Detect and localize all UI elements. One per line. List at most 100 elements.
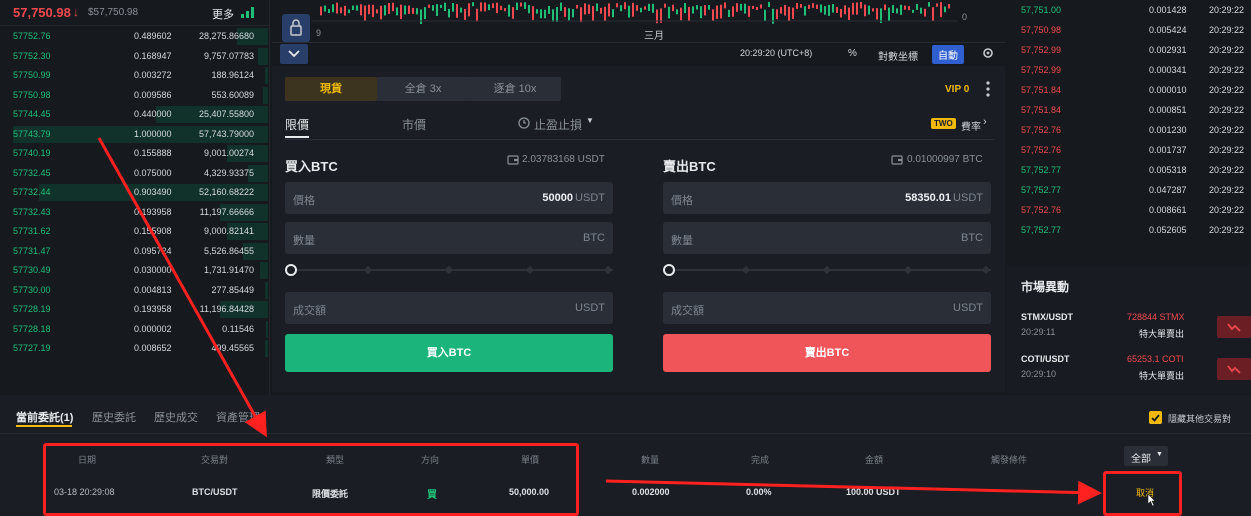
order-book-row[interactable]: 57728.19 0.193958 11,196.84428 bbox=[0, 300, 268, 319]
order-book-price: 57728.18 bbox=[13, 323, 51, 334]
order-book-amount: 0.489602 bbox=[134, 31, 172, 41]
order-book-row[interactable]: 57730.00 0.004813 277.85449 bbox=[0, 281, 268, 300]
buy-amount-slider[interactable] bbox=[285, 264, 613, 276]
market-item[interactable]: STMX/USDT 20:29:11 728844 STMX 特大單賣出 bbox=[1007, 310, 1251, 346]
buy-slider-handle[interactable] bbox=[285, 264, 297, 276]
col-trigger: 觸發條件 bbox=[991, 455, 1028, 465]
trade-price: 57,752.76 bbox=[1021, 205, 1062, 215]
filter-select[interactable]: 全部 ▼ bbox=[1124, 446, 1168, 466]
sell-button[interactable]: 賣出BTC bbox=[663, 334, 991, 372]
depth-bar bbox=[257, 47, 268, 65]
collapse-chart-button[interactable] bbox=[280, 44, 308, 64]
buy-button[interactable]: 買入BTC bbox=[285, 334, 613, 372]
candle bbox=[740, 3, 742, 11]
candle bbox=[328, 9, 330, 13]
candle bbox=[712, 9, 714, 22]
buy-price-input[interactable]: 價格 50000 USDT bbox=[285, 182, 613, 214]
order-book-row[interactable]: 57740.19 0.155888 9,001.00274 bbox=[0, 144, 268, 163]
sell-slider-handle[interactable] bbox=[663, 264, 675, 276]
candle bbox=[512, 7, 514, 19]
candle bbox=[424, 7, 426, 20]
order-book-amount: 0.168947 bbox=[134, 50, 172, 61]
order-book-row[interactable]: 57752.30 0.168947 9,757.07783 bbox=[0, 47, 268, 66]
order-book-row[interactable]: 57744.45 0.440000 25,407.55800 bbox=[0, 105, 268, 124]
log-scale-toggle[interactable]: 對數坐標 bbox=[878, 48, 918, 63]
sell-amount-input[interactable]: 數量 BTC bbox=[663, 222, 991, 254]
order-book-row[interactable]: 57728.18 0.000002 0.11546 bbox=[0, 320, 268, 339]
chevron-right-icon[interactable]: › bbox=[983, 116, 987, 128]
mode-tab-cross[interactable]: 全倉 3x bbox=[377, 77, 469, 101]
percent-toggle[interactable]: % bbox=[848, 48, 857, 59]
order-type-market[interactable]: 市價 bbox=[402, 116, 426, 133]
tab-order-history[interactable]: 歷史委託 bbox=[92, 409, 136, 425]
candle bbox=[532, 6, 534, 21]
trade-price: 57,751.00 bbox=[1021, 5, 1062, 15]
candle bbox=[708, 5, 710, 10]
order-book-amount: 0.440000 bbox=[134, 109, 172, 119]
tab-open-orders-underline bbox=[16, 425, 72, 427]
col-total: 金額 bbox=[865, 455, 884, 465]
candle bbox=[812, 3, 814, 8]
sell-price-input[interactable]: 價格 58350.01 USDT bbox=[663, 182, 991, 214]
trade-amount: 0.000341 bbox=[1149, 65, 1187, 75]
more-button[interactable]: 更多 bbox=[212, 6, 234, 22]
trend-down-icon bbox=[1227, 365, 1241, 374]
order-book-row[interactable]: 57731.62 0.155908 9,000.82141 bbox=[0, 222, 268, 241]
buy-amount-input[interactable]: 數量 BTC bbox=[285, 222, 613, 254]
candle bbox=[408, 5, 410, 14]
mode-tab-spot[interactable]: 現貨 bbox=[285, 77, 377, 101]
candle bbox=[700, 6, 702, 19]
order-book-total: 52,160.68222 bbox=[198, 187, 254, 197]
order-book-row[interactable]: 57731.47 0.095724 5,526.86455 bbox=[0, 242, 268, 261]
candle bbox=[716, 5, 718, 19]
candle bbox=[468, 3, 470, 17]
depth-bar bbox=[265, 67, 268, 84]
mode-tab-isolated[interactable]: 逐倉 10x bbox=[469, 77, 561, 101]
market-item[interactable]: COTI/USDT 20:29:10 65253.1 COTI 特大單賣出 bbox=[1007, 352, 1251, 388]
order-book-row[interactable]: 57732.44 0.903490 52,160.68222 bbox=[0, 183, 268, 202]
order-book-row[interactable]: 57743.79 1.000000 57,743.79000 bbox=[0, 125, 268, 144]
signal-bars-icon[interactable] bbox=[241, 6, 255, 18]
buy-total-input[interactable]: 成交額 USDT bbox=[285, 292, 613, 324]
order-book-row[interactable]: 57750.98 0.009586 553.60089 bbox=[0, 86, 268, 105]
order-book-total: 9,757.07783 bbox=[203, 50, 254, 61]
vip-badge: VIP 0 bbox=[945, 84, 970, 95]
order-book-total: 28,275.86680 bbox=[198, 31, 254, 41]
candle bbox=[428, 4, 430, 8]
order-book-price: 57752.30 bbox=[13, 50, 51, 61]
fee-rate-link[interactable]: 費率 bbox=[961, 118, 981, 133]
tab-trade-history[interactable]: 歷史成交 bbox=[154, 409, 198, 425]
candle bbox=[560, 2, 562, 11]
sell-balance: 0.01000997 BTC bbox=[907, 154, 983, 165]
hide-others-checkbox[interactable] bbox=[1149, 411, 1162, 424]
order-book-row[interactable]: 57752.76 0.489602 28,275.86680 bbox=[0, 27, 268, 46]
candle bbox=[872, 8, 874, 12]
order-book-row[interactable]: 57730.49 0.030000 1,731.91470 bbox=[0, 261, 268, 280]
tab-assets[interactable]: 資產管理 bbox=[216, 409, 260, 425]
trade-row: 57,751.84 0.000851 20:29:22 bbox=[1007, 100, 1251, 120]
more-vertical-icon[interactable] bbox=[985, 80, 991, 101]
order-type-limit[interactable]: 限價 bbox=[285, 116, 309, 133]
tab-open-orders[interactable]: 當前委託(1) bbox=[16, 409, 73, 425]
order-book-row[interactable]: 57727.19 0.008652 499.45565 bbox=[0, 339, 268, 358]
order-book-row[interactable]: 57750.99 0.003272 188.96124 bbox=[0, 66, 268, 85]
candle bbox=[460, 7, 462, 13]
trade-price: 57,751.84 bbox=[1021, 105, 1062, 115]
caret-down-icon[interactable]: ▼ bbox=[586, 116, 594, 125]
sell-amount-slider[interactable] bbox=[663, 264, 991, 276]
order-type-stop[interactable]: 止盈止損 bbox=[534, 116, 582, 133]
auto-scale-toggle[interactable]: 自動 bbox=[932, 45, 964, 64]
order-book-row[interactable]: 57732.43 0.193958 11,197.66666 bbox=[0, 203, 268, 222]
candle bbox=[664, 3, 666, 8]
candle bbox=[704, 5, 706, 16]
candle bbox=[488, 4, 490, 11]
order-book-row[interactable]: 57732.45 0.075000 4,329.93375 bbox=[0, 164, 268, 183]
tabs-divider bbox=[0, 433, 1251, 434]
order-book-price: 57732.43 bbox=[13, 206, 51, 217]
chart-lock-button[interactable] bbox=[282, 14, 310, 42]
trade-time: 20:29:22 bbox=[1209, 25, 1245, 35]
chart-settings-icon[interactable] bbox=[981, 46, 995, 63]
sell-total-input[interactable]: 成交額 USDT bbox=[663, 292, 991, 324]
candle bbox=[640, 7, 642, 13]
chart-time: 20:29:20 (UTC+8) bbox=[740, 48, 813, 58]
